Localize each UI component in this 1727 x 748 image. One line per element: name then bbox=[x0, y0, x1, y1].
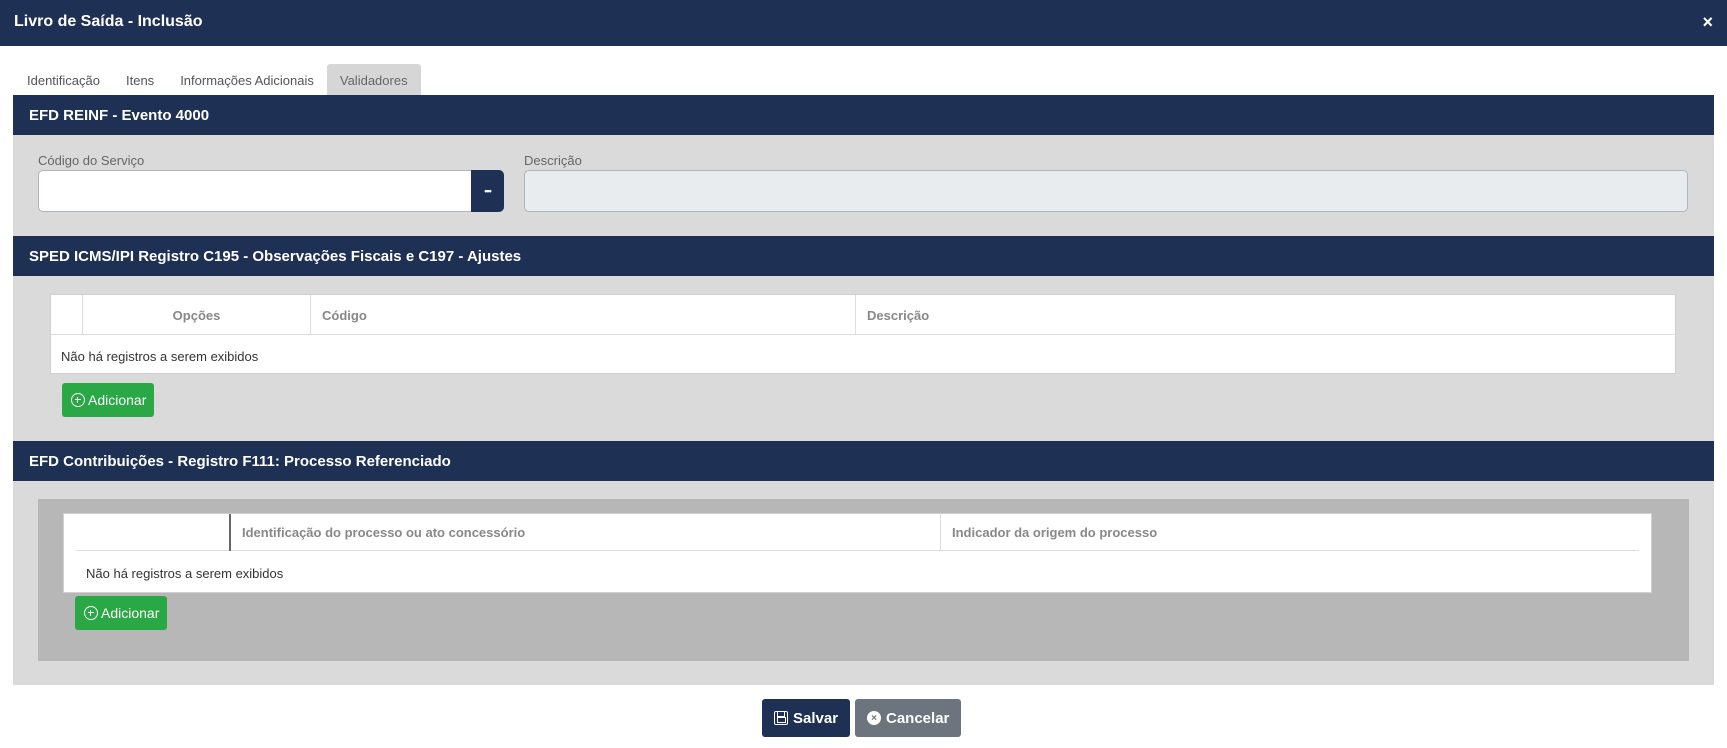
contribuicoes-col-indicador: Indicador da origem do processo bbox=[952, 525, 1158, 540]
tab-informacoes-adicionais[interactable]: Informações Adicionais bbox=[167, 64, 327, 95]
cancel-button[interactable]: × Cancelar bbox=[855, 699, 962, 737]
sped-add-button[interactable]: Adicionar bbox=[62, 383, 155, 417]
sped-add-label: Adicionar bbox=[88, 392, 147, 408]
sped-col-opcoes: Opções bbox=[83, 295, 311, 335]
sped-col-codigo: Código bbox=[311, 295, 856, 335]
section-header-sped: SPED ICMS/IPI Registro C195 - Observaçõe… bbox=[13, 236, 1714, 276]
close-icon[interactable]: × bbox=[1702, 12, 1713, 33]
section-header-reinf: EFD REINF - Evento 4000 bbox=[13, 95, 1714, 135]
contribuicoes-grid-header: Identificação do processo ou ato concess… bbox=[76, 514, 1639, 551]
plus-circle-icon bbox=[84, 606, 98, 620]
tab-identificacao[interactable]: Identificação bbox=[14, 64, 113, 95]
validadores-panel: EFD REINF - Evento 4000 Código do Serviç… bbox=[13, 95, 1714, 685]
cancel-label: Cancelar bbox=[886, 709, 950, 727]
contribuicoes-empty-message: Não há registros a serem exibidos bbox=[86, 566, 284, 581]
section-header-contribuicoes: EFD Contribuições - Registro F111: Proce… bbox=[13, 441, 1714, 481]
codigo-servico-lookup-button[interactable]: ••• bbox=[471, 170, 504, 212]
sped-empty-message: Não há registros a serem exibidos bbox=[61, 349, 259, 364]
ellipsis-icon: ••• bbox=[484, 186, 492, 196]
contribuicoes-panel: Identificação do processo ou ato concess… bbox=[38, 499, 1689, 661]
sped-col-select bbox=[51, 295, 83, 335]
tab-itens[interactable]: Itens bbox=[113, 64, 167, 95]
codigo-servico-input[interactable] bbox=[38, 170, 472, 212]
x-circle-icon: × bbox=[867, 711, 881, 725]
codigo-servico-label: Código do Serviço bbox=[38, 153, 145, 168]
plus-circle-icon bbox=[71, 393, 85, 407]
tab-bar: Identificação Itens Informações Adiciona… bbox=[14, 64, 421, 95]
tab-validadores[interactable]: Validadores bbox=[326, 64, 421, 95]
sped-grid-header: Opções Código Descrição bbox=[51, 295, 1675, 335]
sped-grid: Opções Código Descrição Não há registros… bbox=[50, 294, 1676, 374]
save-label: Salvar bbox=[793, 709, 839, 727]
descricao-input bbox=[524, 170, 1688, 212]
contribuicoes-col-select bbox=[76, 514, 231, 551]
sped-col-descricao: Descrição bbox=[867, 308, 930, 323]
contribuicoes-add-label: Adicionar bbox=[101, 605, 160, 621]
floppy-disk-icon bbox=[774, 711, 788, 725]
modal-header: Livro de Saída - Inclusão × bbox=[0, 0, 1727, 46]
descricao-label: Descrição bbox=[524, 153, 582, 168]
contribuicoes-add-button[interactable]: Adicionar bbox=[75, 596, 168, 630]
contribuicoes-grid: Identificação do processo ou ato concess… bbox=[63, 513, 1652, 593]
modal-title: Livro de Saída - Inclusão bbox=[14, 13, 203, 30]
save-button[interactable]: Salvar bbox=[762, 699, 851, 737]
contribuicoes-col-identificacao: Identificação do processo ou ato concess… bbox=[231, 514, 941, 551]
